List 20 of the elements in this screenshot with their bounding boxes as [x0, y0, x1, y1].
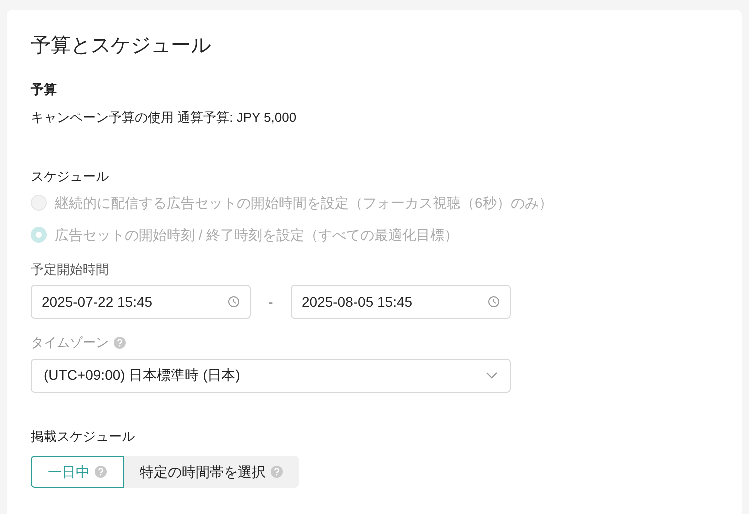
delivery-schedule-label: 掲載スケジュール	[31, 428, 135, 446]
timezone-label: タイムゾーン	[31, 334, 109, 352]
end-date-field[interactable]: 2025-08-05 15:45	[291, 285, 511, 319]
clock-icon	[488, 296, 500, 308]
budget-label: 予算	[31, 81, 57, 99]
help-icon	[114, 336, 126, 349]
radio-label: 広告セットの開始時刻 / 終了時刻を設定（すべての最適化目標）	[55, 226, 459, 244]
clock-icon	[228, 296, 240, 308]
chevron-down-icon	[486, 372, 498, 379]
help-icon	[271, 466, 283, 478]
timezone-select[interactable]: (UTC+09:00) 日本標準時 (日本)	[31, 358, 511, 392]
start-time-label: 予定開始時間	[31, 260, 109, 278]
range-separator: -	[268, 292, 274, 312]
budget-text: キャンペーン予算の使用 通算予算: JPY 5,000	[31, 108, 297, 126]
section-title: 予算とスケジュール	[31, 34, 211, 59]
start-date-field[interactable]: 2025-07-22 15:45	[31, 285, 251, 319]
segment-tab[interactable]: 特定の時間帯を選択	[124, 456, 299, 488]
schedule-label: スケジュール	[31, 168, 109, 186]
radio-label: 継続的に配信する広告セットの開始時間を設定（フォーカス視聴（6秒）のみ）	[55, 194, 553, 212]
help-icon	[95, 466, 107, 478]
